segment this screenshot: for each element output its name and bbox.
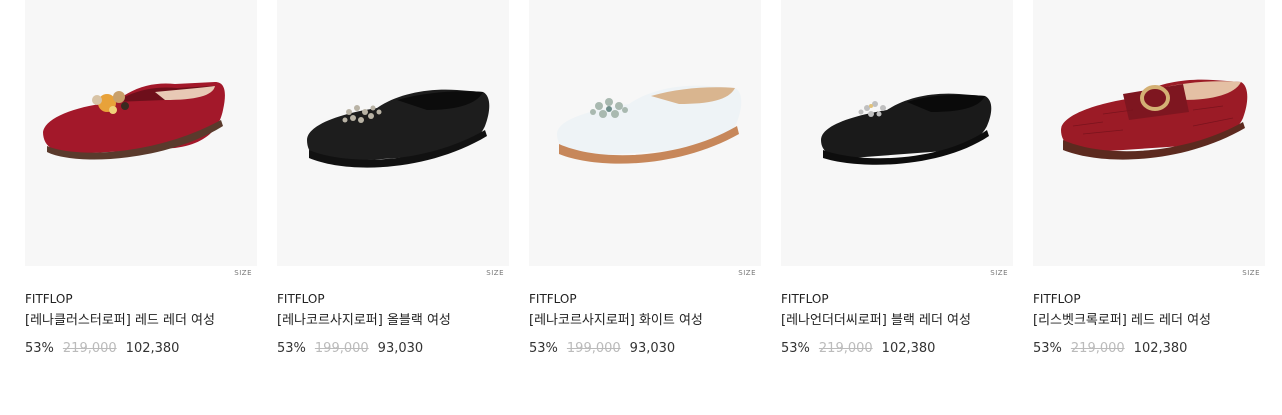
black-corsage-loafer-image: [307, 89, 490, 168]
product-brand: FITFLOP: [1033, 292, 1081, 306]
discount-rate: 53%: [1033, 341, 1062, 356]
discount-rate: 53%: [25, 341, 54, 356]
product-image[interactable]: [25, 0, 257, 266]
product-card[interactable]: SIZE FITFLOP [레나언더더씨로퍼] 블랙 레더 여성 53% 219,…: [781, 0, 1013, 358]
product-card[interactable]: SIZE FITFLOP [레나코르사지로퍼] 올블랙 여성 53% 199,00…: [277, 0, 509, 358]
price-row: 53% 219,000 102,380: [781, 340, 1013, 358]
size-label[interactable]: SIZE: [990, 269, 1008, 277]
original-price: 219,000: [62, 341, 117, 356]
product-name[interactable]: [레나코르사지로퍼] 올블랙 여성: [277, 311, 477, 330]
product-name[interactable]: [리스벳크록로퍼] 레드 레더 여성: [1033, 311, 1233, 330]
original-price: 219,000: [818, 341, 873, 356]
red-cluster-loafer-image: [43, 82, 225, 160]
product-brand: FITFLOP: [25, 292, 73, 306]
price-row: 53% 199,000 93,030: [277, 340, 509, 358]
product-name[interactable]: [레나언더더씨로퍼] 블랙 레더 여성: [781, 311, 981, 330]
white-corsage-loafer-image: [557, 85, 742, 164]
black-brooch-loafer-image: [821, 93, 992, 165]
product-card[interactable]: SIZE FITFLOP [리스벳크록로퍼] 레드 레더 여성 53% 219,0…: [1033, 0, 1265, 358]
red-croc-loafer-image: [1061, 79, 1248, 160]
product-card[interactable]: SIZE FITFLOP [레나코르사지로퍼] 화이트 여성 53% 199,00…: [529, 0, 761, 358]
sale-price: 93,030: [629, 341, 676, 356]
price-row: 53% 199,000 93,030: [529, 340, 761, 358]
product-brand: FITFLOP: [277, 292, 325, 306]
price-row: 53% 219,000 102,380: [25, 340, 257, 358]
sale-price: 102,380: [1133, 341, 1188, 356]
product-grid: SIZE FITFLOP [레나클러스터로퍼] 레드 레더 여성 53% 219,…: [0, 0, 1282, 415]
product-card[interactable]: SIZE FITFLOP [레나클러스터로퍼] 레드 레더 여성 53% 219,…: [25, 0, 257, 358]
size-label[interactable]: SIZE: [234, 269, 252, 277]
sale-price: 102,380: [125, 341, 180, 356]
product-brand: FITFLOP: [781, 292, 829, 306]
product-name[interactable]: [레나클러스터로퍼] 레드 레더 여성: [25, 311, 225, 330]
price-row: 53% 219,000 102,380: [1033, 340, 1265, 358]
product-image[interactable]: [781, 0, 1013, 266]
product-brand: FITFLOP: [529, 292, 577, 306]
size-label[interactable]: SIZE: [486, 269, 504, 277]
size-label[interactable]: SIZE: [1242, 269, 1260, 277]
product-image[interactable]: [1033, 0, 1265, 266]
sale-price: 102,380: [881, 341, 936, 356]
sale-price: 93,030: [377, 341, 424, 356]
discount-rate: 53%: [277, 341, 306, 356]
product-image[interactable]: [277, 0, 509, 266]
original-price: 199,000: [314, 341, 369, 356]
original-price: 219,000: [1070, 341, 1125, 356]
discount-rate: 53%: [529, 341, 558, 356]
original-price: 199,000: [566, 341, 621, 356]
size-label[interactable]: SIZE: [738, 269, 756, 277]
product-image[interactable]: [529, 0, 761, 266]
product-name[interactable]: [레나코르사지로퍼] 화이트 여성: [529, 311, 729, 330]
discount-rate: 53%: [781, 341, 810, 356]
